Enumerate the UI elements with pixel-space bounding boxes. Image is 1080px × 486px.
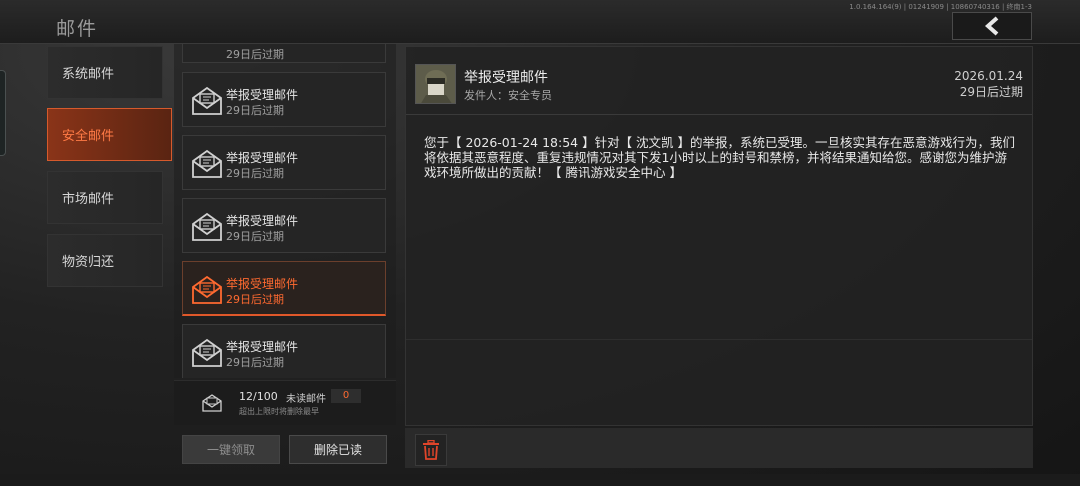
mail-item[interactable]: 举报受理邮件 29日后过期 <box>182 324 386 378</box>
soldier-avatar-icon <box>416 65 455 103</box>
back-button[interactable] <box>952 12 1032 40</box>
category-system-mail[interactable]: 系统邮件 <box>47 46 163 99</box>
mail-expire: 29日后过期 <box>226 104 284 117</box>
mail-count: 12/100 <box>239 390 278 403</box>
mail-expire: 29日后过期 <box>226 167 284 180</box>
divider <box>406 339 1032 340</box>
mail-title: 举报受理邮件 <box>226 277 299 291</box>
category-label: 系统邮件 <box>62 67 115 82</box>
mail-counter: 12/100 未读邮件 0 超出上限时将删除最早 <box>174 380 396 425</box>
mail-expire: 29日后过期 <box>226 293 284 306</box>
category-label: 安全邮件 <box>62 129 115 144</box>
side-handle <box>0 70 6 156</box>
mail-expire: 29日后过期 <box>226 230 284 243</box>
category-label: 物资归还 <box>62 255 115 270</box>
top-bar: 邮件 1.0.164.164(9) | 01241909 | 108607403… <box>0 0 1080 44</box>
version-info: 1.0.164.164(9) | 01241909 | 10860740316 … <box>849 3 1032 11</box>
mail-detail-expire: 29日后过期 <box>959 85 1023 99</box>
envelope-icon <box>192 149 222 178</box>
mail-title: 举报受理邮件 <box>226 151 299 165</box>
mail-expire: 29日后过期 <box>226 48 284 61</box>
envelope-icon <box>192 275 222 304</box>
mail-expire: 29日后过期 <box>226 356 284 369</box>
delete-read-button[interactable]: 删除已读 <box>289 435 387 464</box>
category-supply-return[interactable]: 物资归还 <box>47 234 163 287</box>
mail-title: 举报受理邮件 <box>226 340 299 354</box>
sender-avatar <box>415 64 456 104</box>
category-security-mail[interactable]: 安全邮件 <box>47 108 172 161</box>
mail-item-partial[interactable]: 29日后过期 <box>182 44 386 63</box>
mail-body: 您于【 2026-01-24 18:54 】针对【 沈文凯 】的举报，系统已受理… <box>424 135 1016 180</box>
mail-list[interactable]: 29日后过期 举报受理邮件 29日后过期 举报受理邮件 29日后过期 举报受理邮… <box>174 44 396 378</box>
delete-mail-button[interactable] <box>415 434 447 466</box>
trash-icon <box>423 440 439 460</box>
claim-all-button[interactable]: 一键领取 <box>182 435 280 464</box>
envelope-icon <box>192 338 222 367</box>
limit-note: 超出上限时将删除最早 <box>239 407 319 416</box>
mail-detail-header: 举报受理邮件 发件人：安全专员 2026.01.24 29日后过期 <box>406 47 1032 115</box>
bottom-strip <box>0 474 1080 486</box>
unread-label: 未读邮件 <box>286 394 326 405</box>
mail-date: 2026.01.24 <box>954 69 1023 83</box>
mail-detail-title: 举报受理邮件 <box>464 70 548 86</box>
mail-item[interactable]: 举报受理邮件 29日后过期 <box>182 135 386 190</box>
mail-detail-panel: 举报受理邮件 发件人：安全专员 2026.01.24 29日后过期 您于【 20… <box>405 46 1033 426</box>
mail-title: 举报受理邮件 <box>226 88 299 102</box>
page-title: 邮件 <box>56 18 99 40</box>
mail-item[interactable]: 举报受理邮件 29日后过期 <box>182 198 386 253</box>
envelope-icon <box>192 212 222 241</box>
detail-footer <box>405 428 1033 468</box>
category-label: 市场邮件 <box>62 192 115 207</box>
chevron-left-icon <box>984 16 999 36</box>
envelope-icon <box>192 86 222 115</box>
unread-count-badge: 0 <box>331 389 361 403</box>
mail-sender: 发件人：安全专员 <box>464 89 552 102</box>
mail-item[interactable]: 举报受理邮件 29日后过期 <box>182 72 386 127</box>
mail-title: 举报受理邮件 <box>226 214 299 228</box>
envelope-icon <box>202 394 222 412</box>
category-market-mail[interactable]: 市场邮件 <box>47 171 163 224</box>
mail-item-selected[interactable]: 举报受理邮件 29日后过期 <box>182 261 386 316</box>
